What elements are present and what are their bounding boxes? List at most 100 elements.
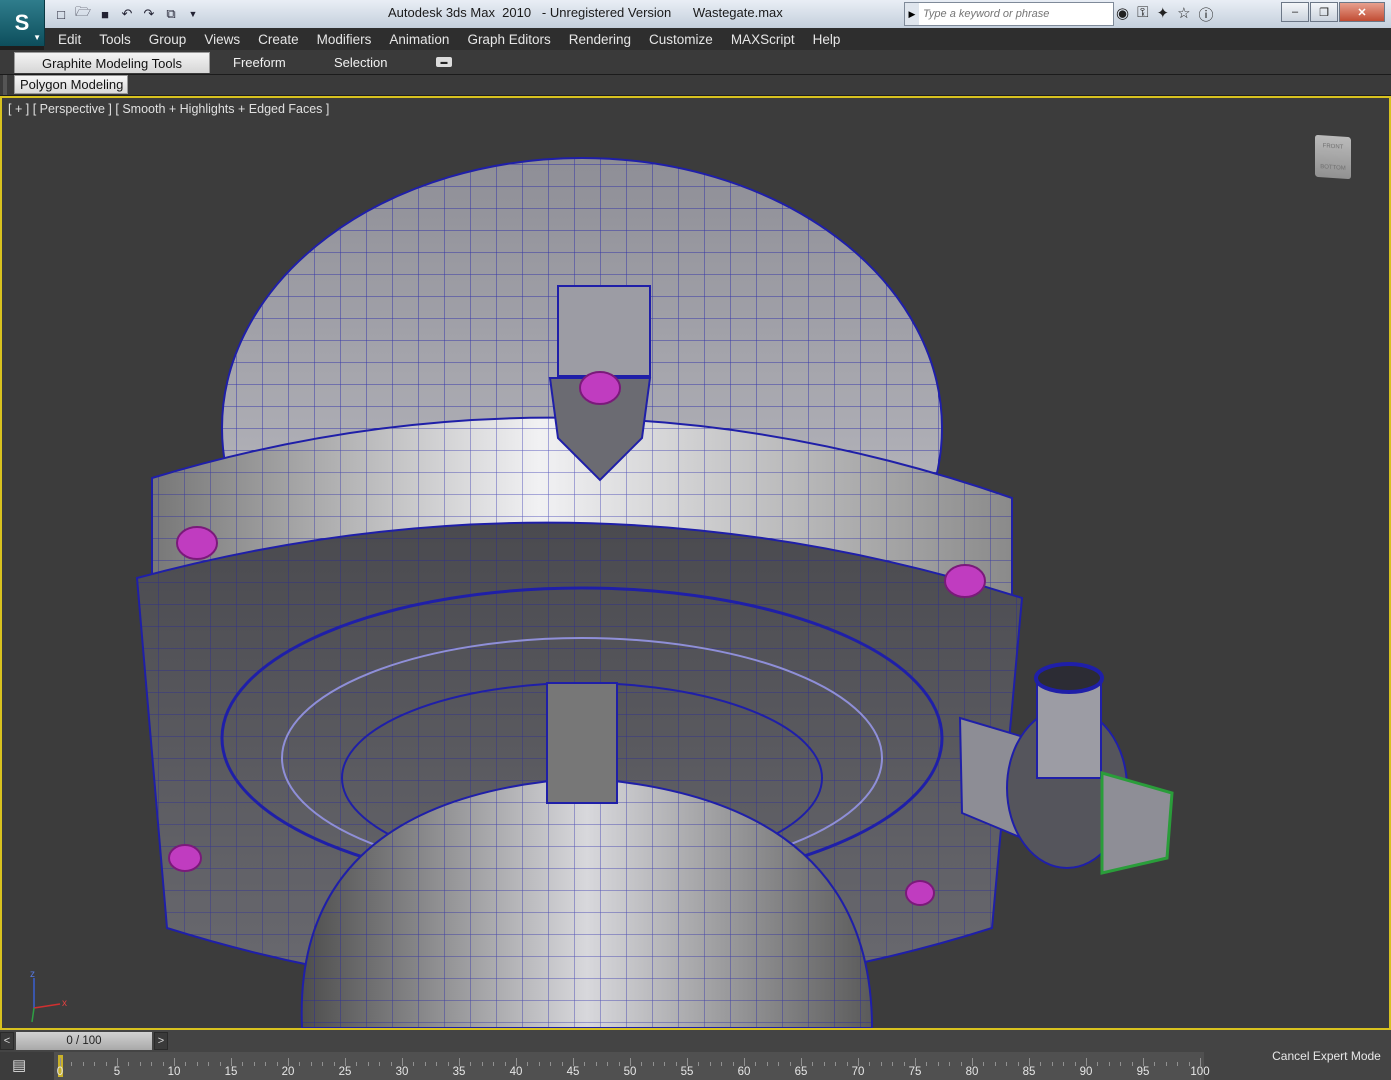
application-button[interactable]: S ▼ <box>0 0 45 46</box>
timeline-tick <box>1040 1062 1042 1066</box>
timeline-tick <box>846 1062 848 1066</box>
timeline-tick <box>322 1062 324 1066</box>
timeline-tick-label: 5 <box>113 1066 121 1078</box>
3dsmax-logo-icon: S <box>14 10 30 35</box>
perspective-viewport[interactable]: [ + ] [ Perspective ] [ Smooth + Highlig… <box>0 96 1391 1030</box>
timeline-tick <box>801 1058 802 1066</box>
timeline-tick <box>1029 1058 1030 1066</box>
key-icon[interactable]: ⚿ <box>1137 4 1148 25</box>
help-search-box[interactable]: ▶ <box>904 2 1114 26</box>
menu-tools[interactable]: Tools <box>85 32 131 47</box>
timeline-tick <box>732 1062 734 1066</box>
viewport-view-menu[interactable]: [ Perspective ] <box>33 102 112 116</box>
timeline-tick <box>960 1062 962 1066</box>
menu-modifiers[interactable]: Modifiers <box>303 32 372 47</box>
timeline-tick <box>915 1058 916 1066</box>
chevron-down-icon: ▼ <box>33 33 41 42</box>
timeline-tick <box>139 1062 141 1066</box>
open-file-icon[interactable]: 🗁 <box>74 4 92 23</box>
timeline-tick-label: 85 <box>1022 1066 1036 1078</box>
menu-customize[interactable]: Customize <box>635 32 713 47</box>
panel-grip[interactable] <box>3 75 7 95</box>
track-bar[interactable]: 0 5 10 15 20 25 30 35 40 45 50 55 60 65 70 75 80 85 90 95 10… <box>54 1052 1210 1080</box>
save-icon[interactable]: ■ <box>96 5 114 23</box>
star-tool-icon[interactable]: ✦ <box>1157 4 1170 25</box>
timeline-tick <box>573 1058 574 1066</box>
timeline-tick <box>937 1062 939 1066</box>
quick-access-toolbar: □ 🗁 ■ ↶ ↷ ⧉ ▼ <box>52 3 202 25</box>
timeline-tick-label: 10 <box>167 1066 181 1078</box>
timeline-tick <box>1165 1062 1167 1066</box>
tab-graphite-modeling-tools[interactable]: Graphite Modeling Tools <box>14 52 210 73</box>
timeline-tick-label: 75 <box>908 1066 922 1078</box>
close-button[interactable]: ✕ <box>1339 2 1385 22</box>
timeline-tick <box>1108 1062 1110 1066</box>
minimize-button[interactable]: – <box>1281 2 1309 22</box>
timeline-tick <box>162 1062 164 1066</box>
timeline-tick <box>983 1062 985 1066</box>
menu-rendering[interactable]: Rendering <box>555 32 631 47</box>
menu-help[interactable]: Help <box>799 32 841 47</box>
timeline-tick <box>299 1062 301 1066</box>
viewcube-front-label: FRONT <box>1322 143 1344 151</box>
redo-icon[interactable]: ↷ <box>140 5 158 23</box>
project-folder-icon[interactable]: ⧉ <box>162 5 180 23</box>
timeline-tick <box>367 1062 369 1066</box>
timeline-tick <box>379 1062 381 1066</box>
favorites-icon[interactable]: ☆ <box>1177 4 1190 25</box>
menu-maxscript[interactable]: MAXScript <box>717 32 795 47</box>
cancel-expert-mode-button[interactable]: Cancel Expert Mode <box>1262 1032 1391 1080</box>
timeline-tick <box>926 1062 928 1066</box>
timeline-tick <box>196 1062 198 1066</box>
timeline-tick <box>972 1058 973 1066</box>
menu-create[interactable]: Create <box>244 32 299 47</box>
mini-curve-editor-toggle[interactable]: ▤ <box>0 1052 54 1080</box>
timeline-tick <box>1063 1062 1065 1066</box>
tab-freeform[interactable]: Freeform <box>233 52 286 72</box>
timeline-tick-label: 15 <box>224 1066 238 1078</box>
menu-animation[interactable]: Animation <box>375 32 449 47</box>
timeline-tick-label: 95 <box>1136 1066 1150 1078</box>
help-icon[interactable]: ⓘ <box>1199 4 1214 25</box>
panel-polygon-modeling[interactable]: Polygon Modeling <box>14 75 128 94</box>
next-frame-button[interactable]: > <box>154 1032 168 1050</box>
dropdown-icon[interactable]: ▼ <box>184 5 202 23</box>
timeline-tick <box>516 1058 517 1066</box>
search-input[interactable] <box>921 5 1111 23</box>
timeline-tick-label: 45 <box>566 1066 580 1078</box>
ribbon: Graphite Modeling Tools Freeform Selecti… <box>0 50 1391 75</box>
tab-selection[interactable]: Selection <box>334 52 387 72</box>
viewport-menu-plus[interactable]: [ + ] <box>8 102 29 116</box>
timeline-tick <box>151 1062 153 1066</box>
search-expand-icon[interactable]: ▶ <box>905 3 919 25</box>
viewcube[interactable]: FRONT BOTTOM <box>1315 134 1351 180</box>
menu-edit[interactable]: Edit <box>44 32 81 47</box>
info-center-tools: ◉ ⚿ ✦ ☆ ⓘ <box>1116 4 1214 25</box>
time-slider[interactable]: < 0 / 100 > <box>0 1032 172 1050</box>
timeline-tick-label: 80 <box>965 1066 979 1078</box>
timeline-tick <box>253 1062 255 1066</box>
timeline-tick <box>310 1062 312 1066</box>
wastegate-model[interactable] <box>2 98 1389 1028</box>
menu-group[interactable]: Group <box>135 32 187 47</box>
timeline-tick <box>1086 1058 1087 1066</box>
ribbon-toggle-icon[interactable]: ▬ <box>436 57 452 67</box>
new-file-icon[interactable]: □ <box>52 5 70 23</box>
binoculars-icon[interactable]: ◉ <box>1116 4 1129 25</box>
undo-icon[interactable]: ↶ <box>118 5 136 23</box>
menu-views[interactable]: Views <box>190 32 240 47</box>
timeline-tick <box>1154 1062 1156 1066</box>
maximize-button[interactable]: ❐ <box>1310 2 1338 22</box>
timeline-tick <box>675 1062 677 1066</box>
menu-graph-editors[interactable]: Graph Editors <box>453 32 550 47</box>
viewport-shading-menu[interactable]: [ Smooth + Highlights + Edged Faces ] <box>115 102 329 116</box>
timeline-tick <box>356 1062 358 1066</box>
timeline-tick <box>835 1062 837 1066</box>
timeline-tick <box>60 1058 61 1066</box>
timeline-tick <box>333 1062 335 1066</box>
prev-frame-button[interactable]: < <box>0 1032 14 1050</box>
time-slider-thumb[interactable]: 0 / 100 <box>16 1032 152 1050</box>
timeline-tick-label: 0 <box>56 1066 64 1078</box>
timeline-tick <box>402 1058 403 1066</box>
menu-bar: Edit Tools Group Views Create Modifiers … <box>44 28 1391 50</box>
